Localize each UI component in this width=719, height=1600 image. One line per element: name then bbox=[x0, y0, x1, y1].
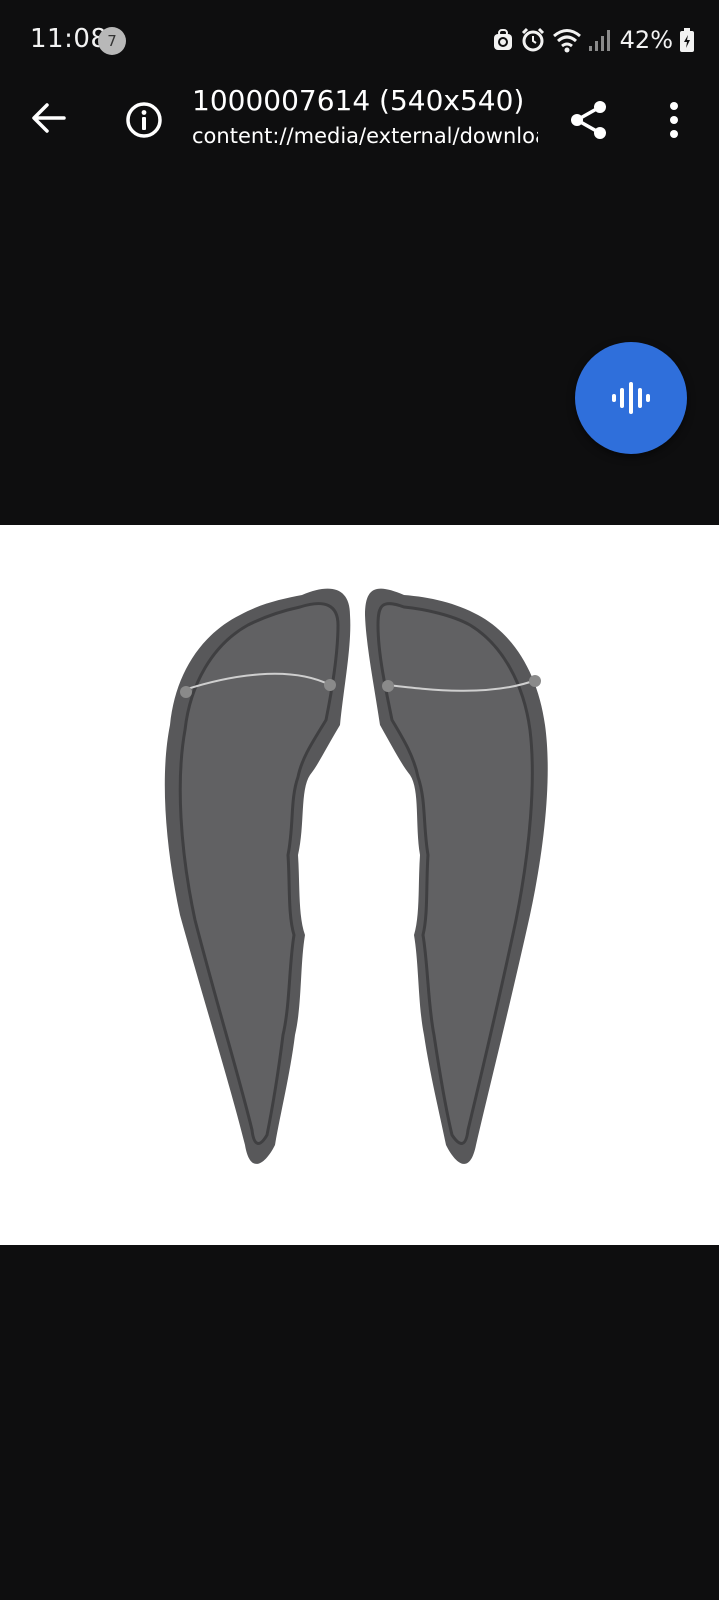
share-button[interactable] bbox=[563, 90, 615, 150]
image-uri: content://media/external/downloads/10000… bbox=[192, 124, 538, 148]
info-button[interactable] bbox=[118, 94, 170, 146]
back-button[interactable] bbox=[24, 94, 72, 142]
app-bar: 1000007614 (540x540) content://media/ext… bbox=[0, 80, 719, 230]
vpn-lock-icon bbox=[492, 28, 514, 52]
left-wing bbox=[164, 588, 351, 1164]
more-options-button[interactable] bbox=[656, 90, 692, 150]
angel-wings-image bbox=[164, 588, 548, 1164]
status-bar: 11:08 7 42% bbox=[0, 0, 719, 80]
audio-fab-button[interactable] bbox=[575, 342, 687, 454]
battery-percentage: 42% bbox=[619, 26, 673, 54]
battery-icon bbox=[679, 27, 695, 53]
notification-count-badge: 7 bbox=[98, 27, 126, 55]
right-wing bbox=[365, 588, 548, 1164]
signal-icon bbox=[588, 28, 612, 52]
wifi-icon bbox=[552, 27, 582, 53]
status-time: 11:08 bbox=[30, 24, 108, 54]
more-vert-icon bbox=[670, 102, 678, 138]
image-title: 1000007614 (540x540) bbox=[192, 84, 525, 117]
image-viewer[interactable] bbox=[0, 525, 719, 1245]
share-icon bbox=[571, 101, 606, 139]
alarm-icon bbox=[520, 27, 546, 53]
audio-waveform-icon bbox=[612, 382, 650, 414]
status-icons: 42% bbox=[492, 22, 695, 58]
info-icon bbox=[126, 102, 162, 138]
arrow-left-icon bbox=[32, 103, 66, 133]
